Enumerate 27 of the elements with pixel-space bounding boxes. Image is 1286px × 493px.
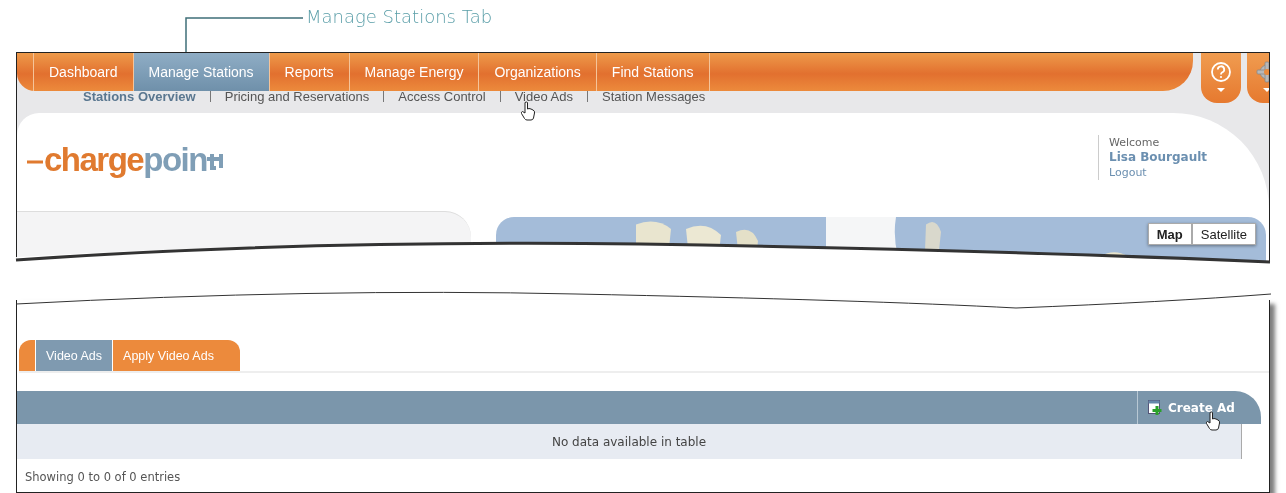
logo: chargepoin [27, 141, 229, 179]
content-tab[interactable]: Apply Video Ads [112, 340, 224, 371]
table-info: Showing 0 to 0 of 0 entries [25, 470, 182, 484]
subnav-link[interactable]: Video Ads [500, 88, 587, 104]
tab-end-cap [19, 340, 35, 371]
subnav-link[interactable]: Access Control [384, 88, 500, 104]
nav-tab[interactable]: Manage Energy [348, 53, 479, 91]
subnav-link[interactable]: Pricing and Reservations [210, 88, 384, 104]
user-name: Lisa Bourgault [1109, 150, 1209, 165]
content-tab[interactable]: Video Ads [35, 340, 113, 371]
logout-link[interactable]: Logout [1109, 165, 1217, 180]
map-type-button[interactable]: Satellite [1191, 223, 1256, 245]
nav-tab[interactable]: Dashboard [33, 53, 133, 91]
nav-tab[interactable]: Find Stations [595, 53, 710, 91]
welcome-text: Welcome [1109, 135, 1161, 150]
help-button[interactable] [1201, 53, 1241, 103]
map-type-button[interactable]: Map [1147, 223, 1192, 245]
nav-tab[interactable]: Reports [268, 53, 349, 91]
help-icon [1209, 61, 1233, 95]
subnav-link[interactable]: Stations Overview [69, 88, 210, 104]
add-icon [1148, 399, 1162, 416]
nav-tab[interactable]: Organizations [478, 53, 596, 91]
nav-tab[interactable]: Manage Stations [132, 53, 269, 91]
empty-message: No data available in table [551, 434, 707, 449]
subnav-link[interactable]: Station Messages [588, 88, 720, 104]
hand-cursor-icon [1205, 411, 1221, 431]
callout-label: Manage Stations Tab [306, 6, 493, 27]
